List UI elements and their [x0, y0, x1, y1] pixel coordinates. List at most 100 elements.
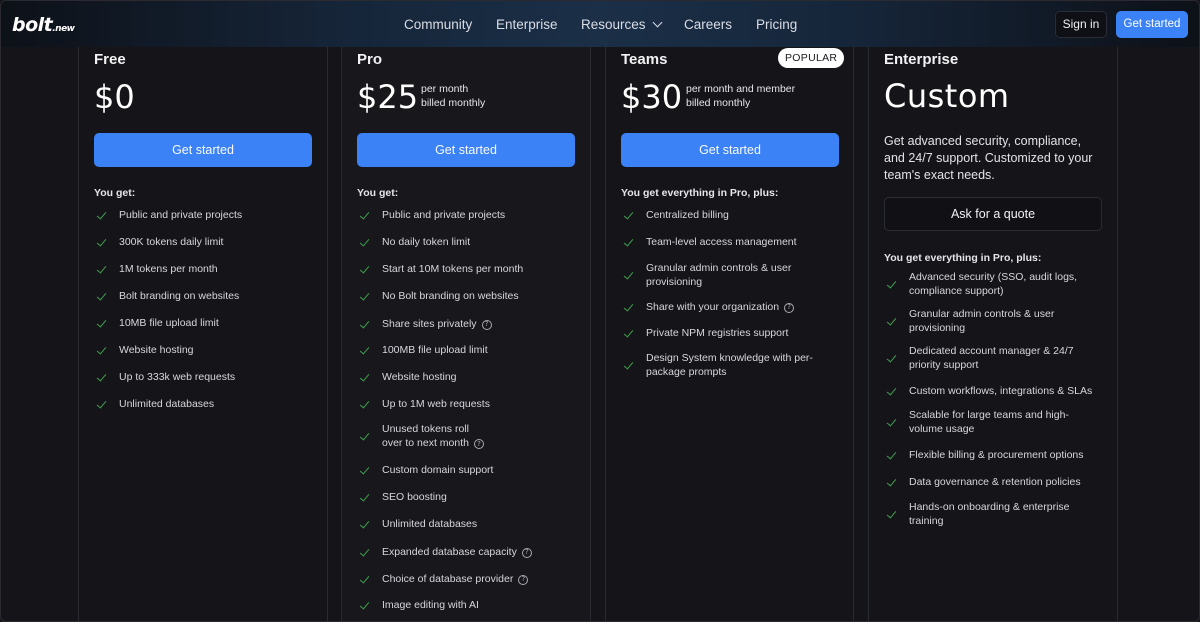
feature-item: Bolt branding on websites — [96, 290, 239, 304]
get-started-button[interactable]: Get started — [94, 133, 312, 167]
ask-for-quote-button[interactable]: Ask for a quote — [884, 197, 1102, 231]
pricing-page: bolt.new Community Enterprise Resources … — [0, 0, 1200, 622]
nav-enterprise[interactable]: Enterprise — [496, 17, 558, 32]
feature-item: Public and private projects — [96, 209, 242, 223]
feature-item: Granular admin controls & user provisioni… — [886, 308, 1054, 335]
feature-item: Unlimited databases — [96, 398, 214, 412]
feature-text: Custom domain support — [382, 464, 494, 476]
feature-item: SEO boosting — [359, 491, 447, 505]
plan-price: $25 — [357, 78, 419, 116]
billing-period: billed monthly — [686, 96, 751, 109]
feature-item: Team-level access management — [623, 236, 797, 250]
feature-text: Design System knowledge with per-package… — [646, 352, 813, 379]
feature-item: Private NPM registries support — [623, 327, 788, 341]
column-divider — [853, 47, 854, 621]
get-started-button[interactable]: Get started — [621, 133, 839, 167]
help-icon[interactable]: ? — [481, 319, 492, 330]
feature-text: Unlimited databases — [119, 398, 215, 410]
feature-line-2: package prompts — [646, 365, 727, 378]
feature-item: Granular admin controls & user provisioni… — [623, 262, 791, 289]
plan-card-teams: Teams POPULAR $30 per month and member bi… — [606, 47, 853, 621]
feature-line-1: Granular admin controls & user — [646, 262, 792, 274]
feature-text: Up to 1M web requests — [382, 398, 490, 410]
check-icon — [886, 353, 898, 365]
help-icon[interactable]: ? — [518, 574, 529, 585]
feature-text: Unlimited databases — [382, 518, 478, 530]
feature-line-2: training — [909, 514, 944, 527]
nav-community[interactable]: Community — [404, 17, 472, 32]
feature-item: No daily token limit — [359, 236, 470, 250]
feature-line-2: compliance support) — [909, 284, 1004, 297]
help-icon[interactable]: ? — [473, 439, 484, 450]
feature-item: Flexible billing & procurement options — [886, 449, 1084, 463]
help-icon[interactable]: ? — [784, 302, 795, 313]
feature-text: 1M tokens per month — [119, 263, 218, 275]
check-icon — [623, 270, 635, 282]
check-icon — [96, 372, 108, 384]
check-icon — [623, 360, 635, 372]
check-icon — [886, 386, 898, 398]
feature-item: Hands-on onboarding & enterprise training — [886, 501, 1070, 528]
logo-suffix: .new — [52, 24, 75, 34]
check-icon — [96, 318, 108, 330]
nav-careers[interactable]: Careers — [684, 17, 732, 32]
plan-price: Custom — [884, 77, 1010, 115]
feature-line-2: provisioning — [909, 321, 966, 334]
check-icon — [886, 316, 898, 328]
feature-line-2: priority support — [909, 358, 979, 371]
check-icon — [359, 431, 371, 443]
feature-item: Up to 1M web requests — [359, 398, 490, 412]
nav-resources[interactable]: Resources — [581, 17, 662, 32]
check-icon — [359, 291, 371, 303]
bolt-logo[interactable]: bolt.new — [12, 14, 75, 36]
feature-text: Public and private projects — [119, 209, 243, 221]
check-icon — [359, 264, 371, 276]
feature-text: Dedicated account manager & 24/7 priority… — [909, 345, 1074, 372]
check-icon — [886, 279, 898, 291]
feature-text: Granular admin controls & user provisioni… — [909, 308, 1054, 335]
feature-item: Expanded database capacity? — [359, 546, 532, 560]
feature-text: Hands-on onboarding & enterprise training — [909, 501, 1070, 528]
nav-pricing[interactable]: Pricing — [756, 17, 797, 32]
feature-item: Image editing with AI — [359, 599, 479, 613]
feature-line-2: provisioning — [646, 275, 703, 288]
feature-text: SEO boosting — [382, 491, 447, 503]
column-divider — [590, 47, 591, 621]
feature-item: Custom workflows, integrations & SLAs — [886, 385, 1092, 399]
feature-text: Team-level access management — [646, 236, 797, 248]
check-icon — [359, 372, 371, 384]
feature-item: Start at 10M tokens per month — [359, 263, 523, 277]
feature-item: Share sites privately? — [359, 318, 492, 332]
sign-in-button[interactable]: Sign in — [1055, 11, 1107, 38]
feature-text: No Bolt branding on websites — [382, 290, 519, 302]
feature-text: Custom workflows, integrations & SLAs — [909, 385, 1093, 397]
feature-item: 100MB file upload limit — [359, 344, 488, 358]
plan-name: Teams — [621, 51, 668, 68]
feature-text: 300K tokens daily limit — [119, 236, 224, 248]
feature-text: Centralized billing — [646, 209, 729, 221]
plan-card-pro: Pro $25 per month billed monthly Get star… — [342, 47, 590, 621]
plan-card-enterprise: Enterprise Custom Get advanced security,… — [869, 47, 1117, 621]
check-icon — [359, 319, 371, 331]
help-icon[interactable]: ? — [521, 547, 532, 558]
feature-item: Design System knowledge with per-package… — [623, 352, 813, 379]
feature-text: Advanced security (SSO, audit logs, compl… — [909, 271, 1077, 298]
feature-text: Website hosting — [119, 344, 194, 356]
feature-text: Private NPM registries support — [646, 327, 789, 339]
check-icon — [359, 465, 371, 477]
features-heading: You get: — [94, 187, 136, 199]
feature-item: No Bolt branding on websites — [359, 290, 519, 304]
feature-item: Up to 333k web requests — [96, 371, 235, 385]
features-heading: You get everything in Pro, plus: — [884, 252, 1042, 264]
check-icon — [359, 574, 371, 586]
column-divider — [1117, 47, 1118, 621]
check-icon — [886, 477, 898, 489]
column-divider — [327, 47, 328, 621]
get-started-button[interactable]: Get started — [357, 133, 575, 167]
feature-text: Public and private projects — [382, 209, 506, 221]
header-get-started-button[interactable]: Get started — [1116, 11, 1188, 38]
feature-text: Bolt branding on websites — [119, 290, 240, 302]
plan-name: Free — [94, 51, 126, 68]
feature-text: Share sites privately — [382, 318, 477, 330]
feature-text: Website hosting — [382, 371, 457, 383]
